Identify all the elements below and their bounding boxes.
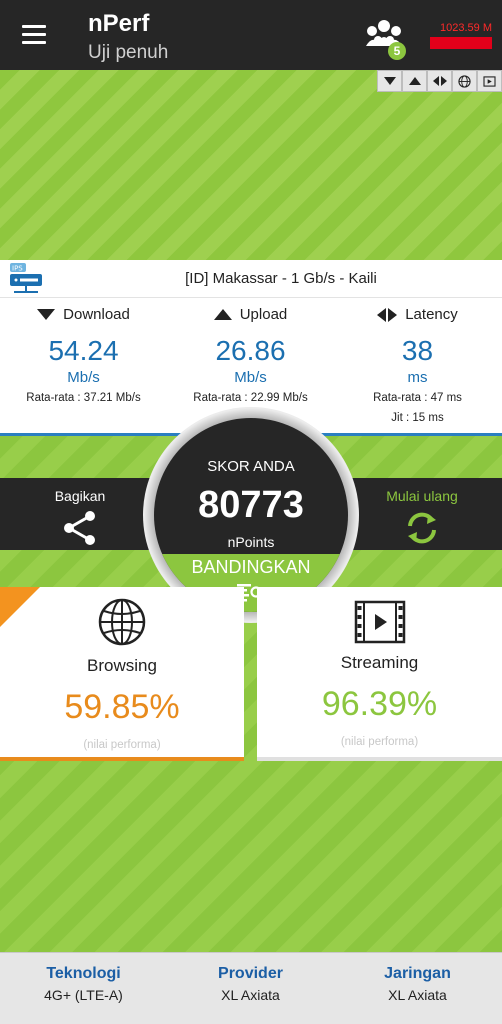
provider-info: Provider XL Axiata [167,965,334,1003]
score-value: 80773 [198,484,304,526]
streaming-title: Streaming [340,653,419,672]
memory-indicator: 1023.59 M [430,22,492,49]
technology-label: Teknologi [46,965,121,982]
latency-result: Latency 38 ms Rata-rata : 47 ms Jit : 15… [334,298,501,424]
triangle-up-icon [408,77,421,85]
map-area[interactable] [0,70,502,260]
globe-icon [98,598,146,646]
latency-label: Latency [405,306,458,323]
server-logo-text: IPS [12,265,23,273]
download-label: Download [63,306,130,323]
map-up-button[interactable] [402,70,427,92]
restart-label: Mulai ulang [386,488,458,504]
latency-arrows-icon [377,307,398,322]
provider-label: Provider [218,965,283,982]
download-value: 54.24 [48,335,119,366]
network-value: XL Axiata [388,987,447,1003]
app-subtitle: Uji penuh [88,42,169,63]
upload-label: Upload [239,306,288,323]
download-triangle-icon [37,309,56,320]
streaming-note: (nilai performa) [340,736,419,748]
share-button[interactable]: Bagikan [32,488,128,551]
horizontal-arrows-icon [432,76,447,86]
film-play-icon [354,600,405,644]
upload-triangle-icon [213,309,232,320]
screen-icon [483,75,496,87]
upload-average: Rata-rata : 22.99 Mb/s [193,392,308,404]
app-title: nPerf [88,10,150,37]
download-result: Download 54.24 Mb/s Rata-rata : 37.21 Mb… [0,298,167,404]
technology-value: 4G+ (LTE-A) [44,987,123,1003]
browsing-card[interactable]: Browsing 59.85% (nilai performa) [0,587,244,761]
map-horizontal-button[interactable] [427,70,452,92]
share-icon [64,511,95,545]
memory-text: 1023.59 M [440,22,492,34]
memory-bar [430,37,492,49]
triangle-down-icon [383,77,396,85]
streaming-card[interactable]: Streaming 96.39% (nilai performa) [257,587,502,761]
browsing-percent: 59.85% [64,688,180,726]
latency-unit: ms [407,369,428,386]
download-unit: Mb/s [67,369,100,386]
restart-button[interactable]: Mulai ulang [370,488,474,551]
compare-label: BANDINGKAN [191,557,311,577]
server-name: [ID] Makassar - 1 Gb/s - Kaili [185,270,377,287]
server-logo-icon: IPS [10,263,42,293]
browsing-title: Browsing [87,656,157,675]
server-bar[interactable]: IPS [ID] Makassar - 1 Gb/s - Kaili [0,260,502,298]
globe-icon [458,74,471,88]
latency-average: Rata-rata : 47 ms [373,392,462,404]
map-screen-button[interactable] [477,70,502,92]
score-unit: nPoints [227,534,275,550]
network-info-footer: Teknologi 4G+ (LTE-A) Provider XL Axiata… [0,952,502,1024]
map-down-button[interactable] [377,70,402,92]
share-label: Bagikan [54,488,106,504]
latency-jitter: Jit : 15 ms [391,412,444,424]
map-globe-button[interactable] [452,70,477,92]
streaming-percent: 96.39% [321,685,438,723]
score-circle: SKOR ANDA 80773 nPoints BANDINGKAN [154,418,348,612]
provider-value: XL Axiata [221,987,280,1003]
app-bar: nPerf Uji penuh 5 1023.59 M [0,0,502,70]
upload-value: 26.86 [215,335,286,366]
community-count-badge: 5 [388,42,406,60]
network-info: Jaringan XL Axiata [334,965,501,1003]
network-label: Jaringan [384,965,451,982]
menu-icon[interactable] [22,25,46,45]
technology-info: Teknologi 4G+ (LTE-A) [0,965,167,1003]
refresh-icon [408,512,436,544]
latency-value: 38 [401,335,434,366]
map-controls [377,70,502,92]
upload-unit: Mb/s [234,369,267,386]
browsing-corner-marker [0,587,40,627]
download-average: Rata-rata : 37.21 Mb/s [26,392,141,404]
browsing-note: (nilai performa) [83,739,161,751]
score-label: SKOR ANDA [207,458,295,475]
upload-result: Upload 26.86 Mb/s Rata-rata : 22.99 Mb/s [167,298,334,404]
